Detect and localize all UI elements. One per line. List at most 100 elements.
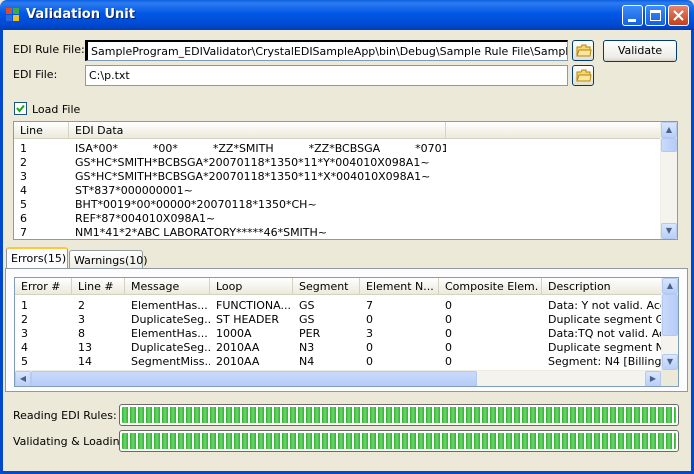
edi-file-label: EDI File: [13,68,58,81]
message-cell: DuplicateSeg... [131,341,210,354]
scroll-up-arrow-icon[interactable]: ▲ [662,278,678,294]
column-header-description[interactable]: Description [542,278,662,295]
list-item[interactable]: 3 GS*HC*SMITH*BCBSGA*20070118*1350*11*X*0… [14,170,660,184]
edi-data-list[interactable]: Line EDI Data 1 ISA*00* *00* *ZZ*SMITH *Z… [13,121,678,240]
rule-file-label: EDI Rule File: [13,43,85,56]
column-header-loop[interactable]: Loop [210,278,293,295]
line-number-cell: 4 [20,184,27,197]
line-number-cell: 2 [78,299,85,312]
browse-rule-file-button[interactable] [572,40,594,61]
errors-list-header: Error # Line # Message Loop Segment Elem… [15,278,662,295]
maximize-button[interactable] [645,5,666,26]
message-cell: DuplicateSeg... [131,313,210,326]
line-number-cell: 1 [20,142,27,155]
edi-data-cell: ISA*00* *00* *ZZ*SMITH *ZZ*BCBSGA *07011… [75,142,446,155]
line-number-cell: 7 [20,226,27,239]
scroll-right-arrow-icon[interactable]: ▶ [645,371,661,386]
description-cell: Data:TQ not valid. Acce [548,327,662,340]
errors-list[interactable]: Error # Line # Message Loop Segment Elem… [14,277,679,387]
scroll-left-arrow-icon[interactable]: ◀ [15,371,31,386]
list-item[interactable]: 7 NM1*41*2*ABC LABORATORY*****46*SMITH~ [14,226,660,239]
description-cell: Data: Y not valid. Accep [548,299,662,312]
line-number-cell: 3 [20,170,27,183]
close-icon [673,10,684,21]
segment-cell: PER [299,327,321,340]
validating-loading-progress [119,430,679,452]
list-item[interactable]: 4 ST*837*000000001~ [14,184,660,198]
scroll-thumb[interactable] [31,371,477,386]
list-item[interactable]: 6 REF*87*004010X098A1~ [14,212,660,226]
folder-icon [576,44,592,57]
window-title: Validation Unit [26,7,135,22]
edi-data-cell: REF*87*004010X098A1~ [75,212,216,225]
scroll-up-arrow-icon[interactable]: ▲ [661,122,677,138]
description-cell: Segment: N4 [Billing Pro [548,355,662,368]
message-cell: ElementHas... [131,299,208,312]
line-number-cell: 2 [20,156,27,169]
load-file-label: Load File [32,103,81,116]
line-number-cell: 14 [78,355,92,368]
composite-element-cell: 0 [445,341,452,354]
table-row[interactable]: 3 8 ElementHas... 1000A PER 3 0 Data:TQ not val… [15,327,662,341]
scroll-down-arrow-icon[interactable]: ▼ [662,354,678,370]
line-number-cell: 13 [78,341,92,354]
list-item[interactable]: 5 BHT*0019*00*00000*20070118*1350*CH~ [14,198,660,212]
errors-list-horizontal-scrollbar[interactable]: ◀ ▶ [15,370,662,386]
scroll-down-arrow-icon[interactable]: ▼ [661,223,677,239]
browse-edi-file-button[interactable] [572,65,594,86]
scroll-thumb[interactable] [662,294,678,336]
segment-cell: GS [299,299,315,312]
column-header-error-number[interactable]: Error # [15,278,72,295]
validating-loading-label: Validating & Loading: [13,435,131,448]
element-number-cell: 0 [366,355,373,368]
table-row[interactable]: 1 2 ElementHas... FUNCTIONA... GS 7 0 Data: Y n… [15,299,662,313]
load-file-checkbox[interactable] [14,102,27,115]
loop-cell: 1000A [216,327,252,340]
tab-warnings[interactable]: Warnings(10) [69,250,148,269]
message-cell: ElementHas... [131,327,208,340]
column-header-composite-element[interactable]: Composite Elem. [439,278,542,295]
list-item[interactable]: 2 GS*HC*SMITH*BCBSGA*20070118*1350*11*Y*0… [14,156,660,170]
element-number-cell: 7 [366,299,373,312]
message-cell: SegmentMiss... [131,355,210,368]
reading-rules-progress [119,404,679,426]
error-number-cell: 4 [21,341,28,354]
minimize-button[interactable] [622,5,643,26]
column-header-line[interactable]: Line [14,122,69,139]
close-button[interactable] [668,5,689,26]
error-number-cell: 1 [21,299,28,312]
loop-cell: 2010AA [216,341,260,354]
edi-data-cell: ST*837*000000001~ [75,184,193,197]
tab-errors[interactable]: Errors(15) [6,247,68,269]
edi-data-cell: NM1*41*2*ABC LABORATORY*****46*SMITH~ [75,226,328,239]
description-cell: Duplicate segment GS [548,313,662,326]
scroll-corner [661,370,678,386]
loop-cell: ST HEADER [216,313,280,326]
edi-file-input[interactable]: C:\p.txt [85,65,568,86]
scroll-thumb[interactable] [661,138,677,152]
line-number-cell: 6 [20,212,27,225]
table-row[interactable]: 5 14 SegmentMiss... 2010AA N4 0 0 Segment: N4 [… [15,355,662,369]
column-header-segment[interactable]: Segment [293,278,360,295]
description-cell: Duplicate segment N3 [548,341,662,354]
validate-button[interactable]: Validate [603,40,677,62]
column-header-line-number[interactable]: Line # [72,278,125,295]
segment-cell: N4 [299,355,315,368]
error-number-cell: 3 [21,327,28,340]
element-number-cell: 0 [366,341,373,354]
column-header-element-number[interactable]: Element N... [360,278,439,295]
validating-loading-progress-fill [122,433,676,449]
errors-list-vertical-scrollbar[interactable]: ▲ ▼ [661,278,678,370]
element-number-cell: 0 [366,313,373,326]
title-bar[interactable]: Validation Unit [0,0,694,30]
column-header-edi-data[interactable]: EDI Data [69,122,446,139]
table-row[interactable]: 4 13 DuplicateSeg... 2010AA N3 0 0 Duplicate se… [15,341,662,355]
list-item[interactable]: 1 ISA*00* *00* *ZZ*SMITH *ZZ*BCBSGA *0701… [14,142,660,156]
edi-data-cell: BHT*0019*00*00000*20070118*1350*CH~ [75,198,317,211]
line-number-cell: 5 [20,198,27,211]
table-row[interactable]: 2 3 DuplicateSeg... ST HEADER GS 0 0 Duplicate … [15,313,662,327]
edi-list-vertical-scrollbar[interactable]: ▲ ▼ [660,122,677,239]
column-header-message[interactable]: Message [125,278,210,295]
edi-data-cell: GS*HC*SMITH*BCBSGA*20070118*1350*11*Y*00… [75,156,430,169]
rule-file-input[interactable]: SampleProgram_EDIValidator\CrystalEDISam… [85,40,568,61]
